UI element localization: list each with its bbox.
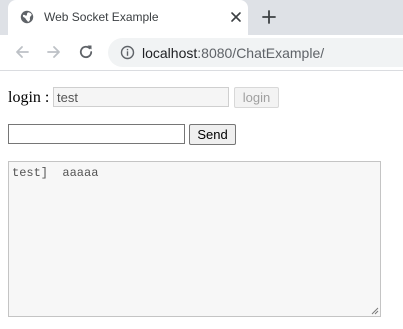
message-input[interactable] — [8, 124, 185, 144]
browser-toolbar: localhost:8080/ChatExample/ — [0, 35, 403, 71]
chat-log-text: test] aaaaa — [12, 166, 99, 180]
plus-icon[interactable] — [260, 8, 278, 26]
login-label: login : — [8, 89, 50, 106]
tab-title: Web Socket Example — [44, 10, 159, 24]
url-text[interactable]: localhost:8080/ChatExample/ — [142, 45, 324, 61]
reload-icon[interactable] — [77, 43, 95, 61]
browser-window: Web Socket Example localhost:8080/ChatEx… — [0, 0, 403, 329]
url-host: localhost — [142, 45, 198, 61]
info-icon[interactable] — [120, 45, 135, 60]
page-content: login : login Send test] aaaaa — [0, 71, 403, 329]
login-button[interactable]: login — [234, 87, 279, 108]
globe-icon — [20, 10, 34, 24]
tab-web-socket-example[interactable]: Web Socket Example — [8, 0, 248, 35]
url-path: :8080/ChatExample/ — [197, 45, 325, 61]
login-input[interactable] — [53, 87, 229, 107]
forward-arrow-icon[interactable] — [45, 43, 63, 61]
resize-grip-icon[interactable] — [369, 305, 379, 315]
chat-log-textarea[interactable]: test] aaaaa — [8, 161, 381, 317]
tab-strip: Web Socket Example — [0, 0, 403, 35]
send-button[interactable]: Send — [189, 124, 236, 145]
back-arrow-icon[interactable] — [13, 43, 31, 61]
close-icon[interactable] — [228, 9, 244, 25]
address-bar[interactable]: localhost:8080/ChatExample/ — [108, 38, 403, 67]
